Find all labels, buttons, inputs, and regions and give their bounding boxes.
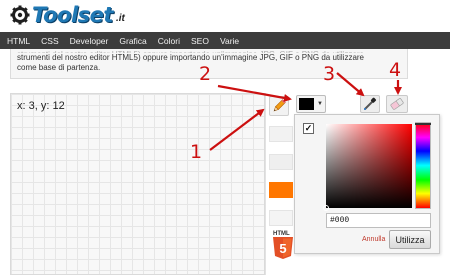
orange-swatch[interactable]	[269, 182, 293, 198]
callout-number-2: 2	[199, 63, 212, 85]
nav-item-developer[interactable]: Developer	[70, 36, 109, 46]
hue-slider[interactable]	[415, 122, 431, 209]
html5-badge-label: 5	[279, 241, 286, 256]
callout-number-3: 3	[323, 63, 336, 85]
nav-item-grafica[interactable]: Grafica	[119, 36, 146, 46]
html5-icon: HTML 5	[273, 231, 293, 259]
hex-color-input[interactable]	[326, 213, 431, 228]
hue-slider-handle[interactable]	[415, 123, 431, 125]
nav-item-colori[interactable]: Colori	[158, 36, 180, 46]
cancel-link[interactable]: Annulla	[362, 236, 385, 243]
tool-slot[interactable]	[269, 210, 293, 226]
current-color-chip	[299, 98, 314, 110]
saturation-marker[interactable]	[323, 205, 329, 211]
tool-panel: HTML 5	[265, 93, 295, 275]
intro-line-1: strumenti del nostro editor HTML5) oppur…	[17, 53, 365, 62]
nav-item-html[interactable]: HTML	[7, 36, 30, 46]
color-picker-popup: ✓ Annulla Utilizza	[294, 114, 440, 254]
cursor-coordinates: x: 3, y: 12	[17, 100, 65, 112]
svg-text:HTML: HTML	[273, 231, 290, 237]
tool-slot[interactable]	[269, 154, 293, 170]
use-color-button[interactable]: Utilizza	[389, 230, 431, 249]
site-name: Toolset	[32, 3, 113, 27]
gear-icon	[10, 5, 30, 25]
site-logo[interactable]: Toolset .it	[10, 3, 125, 27]
saturation-value-area[interactable]	[323, 124, 412, 211]
eyedropper-tool-button[interactable]	[360, 95, 380, 113]
chevron-down-icon: ▼	[317, 101, 323, 107]
color-picker-button[interactable]: ▼	[296, 95, 326, 113]
nav-item-varie[interactable]: Varie	[220, 36, 239, 46]
pencil-icon	[273, 99, 286, 112]
callout-number-4: 4	[389, 59, 402, 81]
nav-item-css[interactable]: CSS	[41, 36, 58, 46]
nav-item-seo[interactable]: SEO	[191, 36, 209, 46]
main-nav: HTML CSS Developer Grafica Colori SEO Va…	[0, 32, 450, 49]
tool-slot[interactable]	[269, 126, 293, 142]
eyedropper-icon	[364, 97, 377, 110]
eraser-tool-button[interactable]	[386, 95, 408, 113]
apply-checkbox[interactable]: ✓	[303, 123, 314, 134]
pencil-tool-button[interactable]	[269, 96, 289, 116]
site-tld: .it	[115, 13, 125, 24]
drawing-canvas[interactable]: x: 3, y: 12	[10, 93, 265, 275]
callout-number-1: 1	[190, 141, 203, 163]
eraser-icon	[390, 98, 404, 110]
